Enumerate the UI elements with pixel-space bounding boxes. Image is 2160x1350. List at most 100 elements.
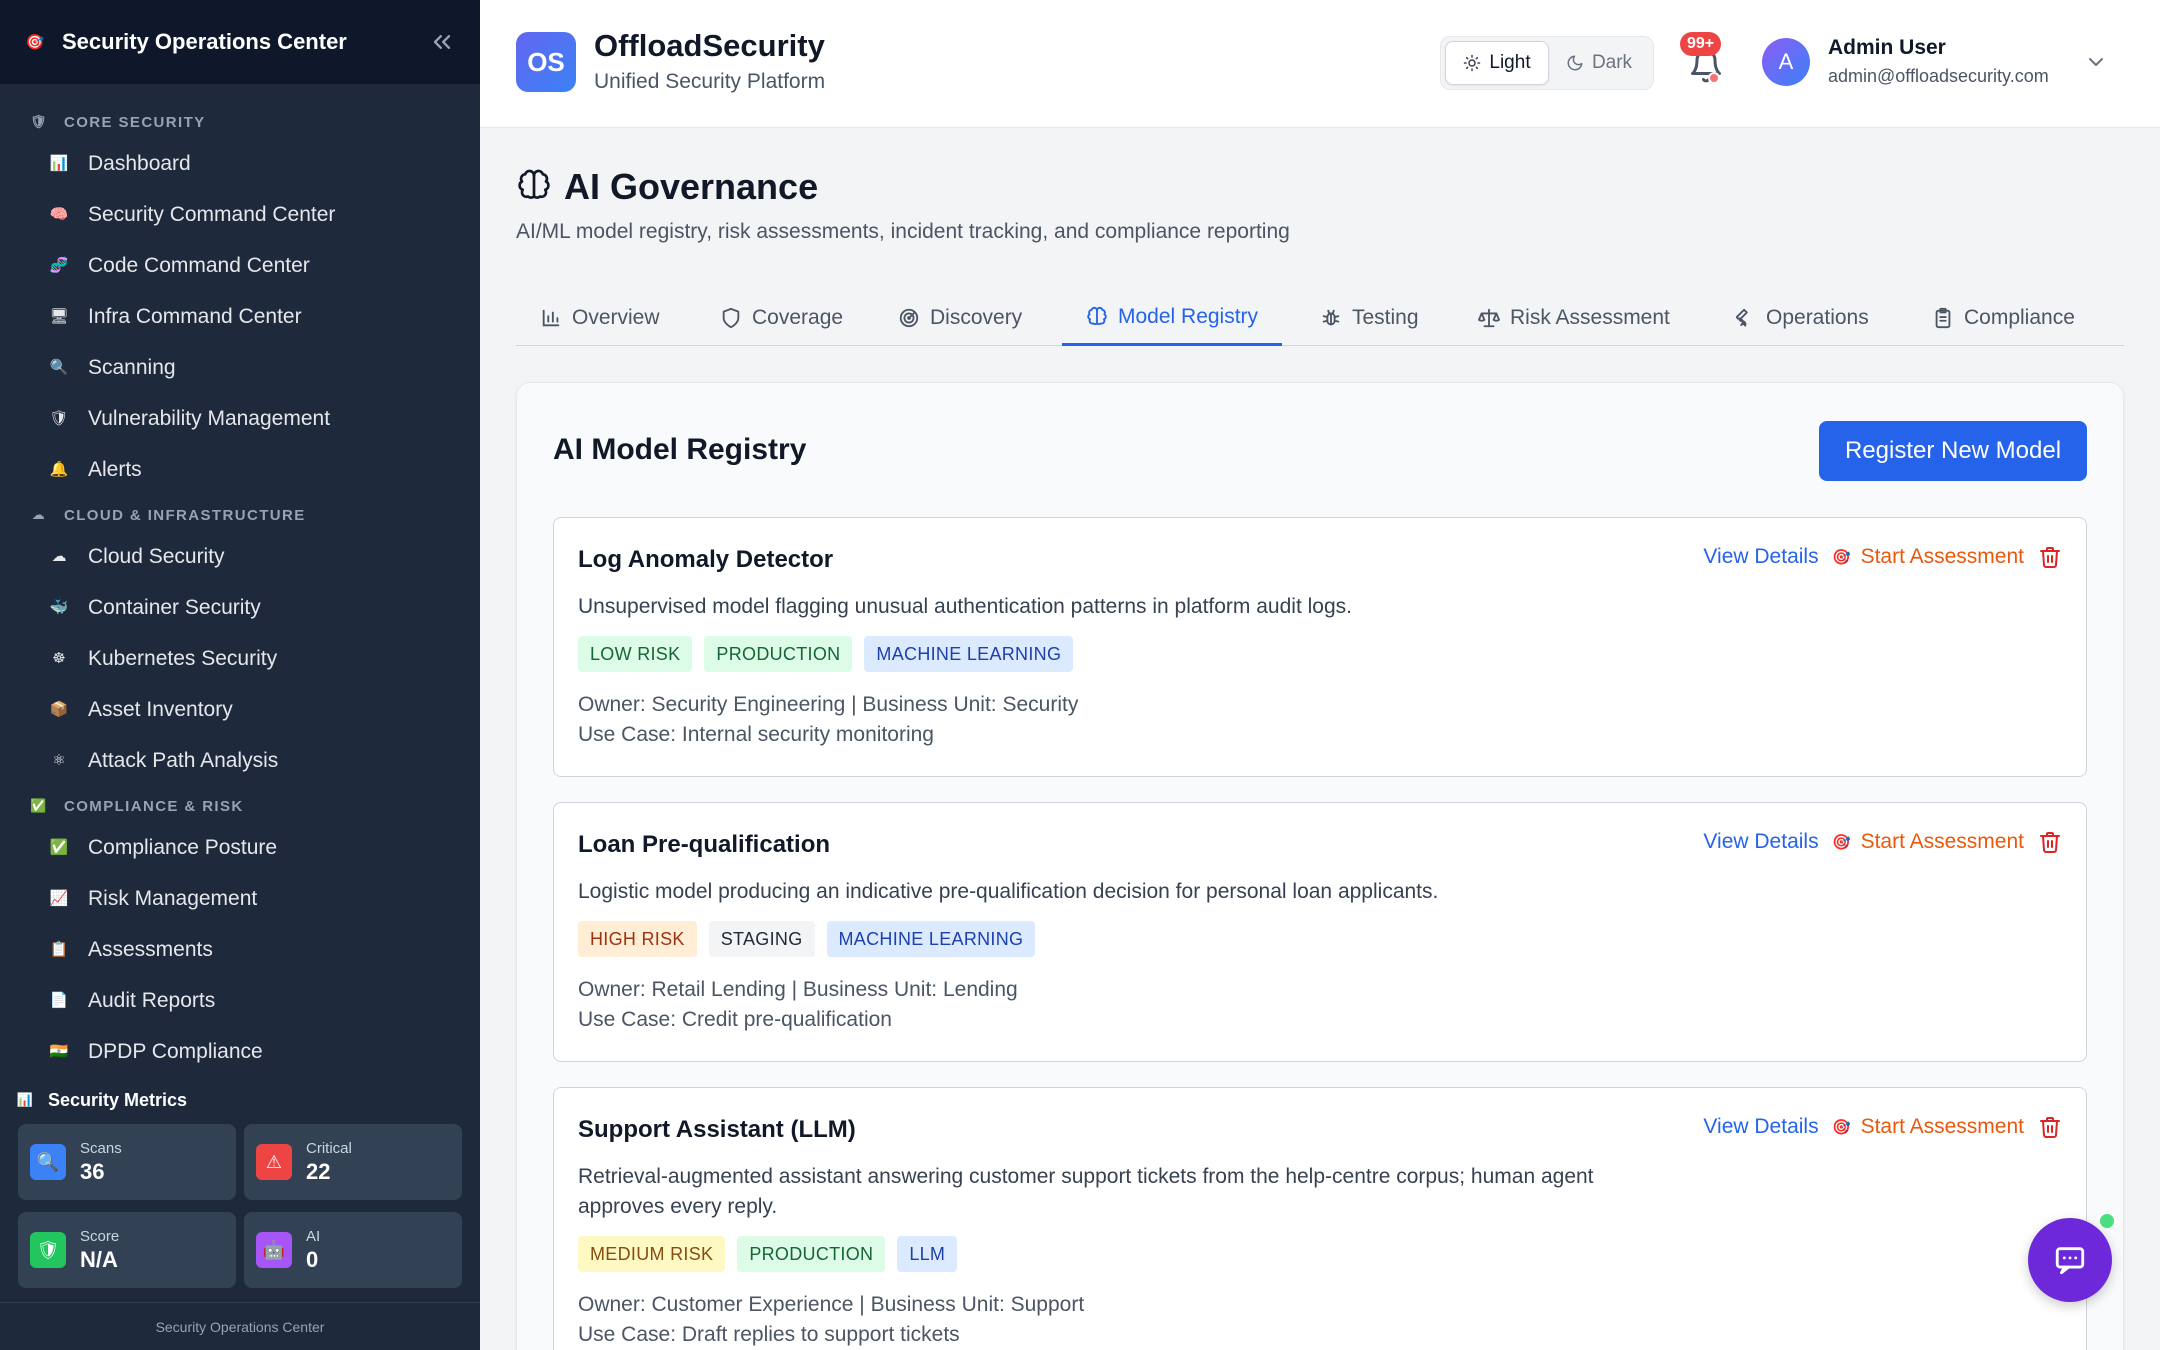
metric-value: N/A — [80, 1246, 118, 1272]
dna-icon: 🧬 — [49, 256, 69, 274]
brain-icon: 🧠 — [49, 205, 69, 223]
sidebar-item-code-command-center[interactable]: 🧬 Code Command Center — [0, 240, 480, 291]
section-header-compliance-risk: ✅ COMPLIANCE & RISK — [30, 797, 244, 815]
model-name: Loan Pre-qualification — [578, 831, 831, 858]
theme-dark-button[interactable]: Dark — [1549, 41, 1649, 85]
trash-icon[interactable] — [2038, 1114, 2062, 1140]
model-use-case: Use Case: Draft replies to support ticke… — [578, 1323, 960, 1346]
magnifier-icon: 🔍 — [30, 1144, 66, 1180]
tab-model-registry[interactable]: Model Registry — [1062, 290, 1283, 346]
radar-icon — [899, 308, 919, 328]
sidebar-item-asset-inventory[interactable]: 📦 Asset Inventory — [0, 684, 480, 735]
brand-name: OffloadSecurity — [594, 28, 825, 63]
model-name: Log Anomaly Detector — [578, 546, 834, 573]
clipboard-icon: 📋 — [49, 940, 69, 958]
sidebar-item-container-security[interactable]: 🐳 Container Security — [0, 582, 480, 633]
type-badge: MACHINE LEARNING — [826, 921, 1036, 957]
sidebar-item-vulnerability-management[interactable]: 🛡 Vulnerability Management — [0, 393, 480, 444]
sidebar-nav: 🛡 CORE SECURITY 📊 Dashboard 🧠 Security Comm… — [0, 84, 480, 1074]
metric-card-score[interactable]: 🛡 Score N/A — [18, 1212, 236, 1288]
start-assessment-link[interactable]: Start Assessment — [1861, 545, 2024, 569]
page-subtitle: AI/ML model registry, risk assessments, … — [516, 220, 1290, 243]
tab-coverage[interactable]: Coverage — [696, 290, 867, 346]
theme-light-button[interactable]: Light — [1445, 41, 1549, 85]
brain-icon — [518, 169, 550, 199]
monitor-icon: 🖥 — [49, 307, 69, 325]
model-registry-panel: AI Model Registry Register New Model Log… — [516, 382, 2124, 1350]
start-assessment-link[interactable]: Start Assessment — [1861, 830, 2024, 854]
metric-value: 36 — [80, 1158, 105, 1184]
sidebar-item-risk-management[interactable]: 📈 Risk Management — [0, 873, 480, 924]
notification-dot — [1708, 72, 1720, 84]
sidebar-item-assessments[interactable]: 📋 Assessments — [0, 924, 480, 975]
section-header-core-security: 🛡 CORE SECURITY — [30, 113, 206, 131]
tab-compliance[interactable]: Compliance — [1908, 290, 2099, 346]
metric-card-scans[interactable]: 🔍 Scans 36 — [18, 1124, 236, 1200]
package-icon: 📦 — [49, 700, 69, 718]
sidebar-footer: Security Operations Center — [0, 1302, 480, 1350]
sidebar-item-alerts[interactable]: 🔔 Alerts — [0, 444, 480, 495]
shield-icon: 🛡 — [49, 409, 69, 427]
stage-badge: STAGING — [708, 921, 815, 957]
model-tags: MEDIUM RISK PRODUCTION LLM — [578, 1236, 958, 1272]
model-actions: View Details 🎯 Start Assessment — [1703, 1114, 2062, 1140]
view-details-link[interactable]: View Details — [1703, 545, 1818, 569]
model-owner: Owner: Customer Experience | Business Un… — [578, 1293, 1085, 1316]
sidebar-item-compliance-posture[interactable]: ✅ Compliance Posture — [0, 822, 480, 873]
view-details-link[interactable]: View Details — [1703, 830, 1818, 854]
sidebar-item-infra-command-center[interactable]: 🖥 Infra Command Center — [0, 291, 480, 342]
shield-icon — [722, 307, 740, 329]
chat-button[interactable] — [2028, 1218, 2112, 1302]
risk-badge: LOW RISK — [578, 636, 693, 672]
sidebar-item-dashboard[interactable]: 📊 Dashboard — [0, 138, 480, 189]
type-badge: LLM — [897, 1236, 958, 1272]
avatar[interactable]: A — [1762, 38, 1810, 86]
sidebar-item-attack-path-analysis[interactable]: ⚛ Attack Path Analysis — [0, 735, 480, 786]
view-details-link[interactable]: View Details — [1703, 1115, 1818, 1139]
trash-icon[interactable] — [2038, 829, 2062, 855]
risk-badge: HIGH RISK — [578, 921, 697, 957]
metric-label: Scans — [80, 1139, 122, 1157]
register-new-model-button[interactable]: Register New Model — [1819, 421, 2087, 481]
start-assessment-link[interactable]: Start Assessment — [1861, 1115, 2024, 1139]
shield-icon: 🛡 — [30, 114, 48, 130]
model-tags: LOW RISK PRODUCTION MACHINE LEARNING — [578, 636, 1074, 672]
chart-up-icon: 📈 — [49, 889, 69, 907]
tab-operations[interactable]: Operations — [1710, 290, 1893, 346]
document-icon: 📄 — [49, 991, 69, 1009]
tab-risk-assessment[interactable]: Risk Assessment — [1454, 290, 1694, 346]
scale-icon — [1478, 308, 1500, 328]
chevron-down-icon[interactable] — [2084, 50, 2108, 74]
model-owner: Owner: Security Engineering | Business U… — [578, 693, 1079, 716]
tab-discovery[interactable]: Discovery — [874, 290, 1046, 346]
sidebar-item-scanning[interactable]: 🔍 Scanning — [0, 342, 480, 393]
security-metrics-panel: 📊 Security Metrics 🔍 Scans 36 ⚠ Critical 22… — [0, 1080, 480, 1302]
metric-value: 0 — [306, 1246, 319, 1272]
cloud-icon: ☁ — [51, 547, 67, 565]
type-badge: MACHINE LEARNING — [864, 636, 1074, 672]
metric-card-critical[interactable]: ⚠ Critical 22 — [244, 1124, 462, 1200]
wrench-icon — [1735, 308, 1748, 327]
sidebar-item-audit-reports[interactable]: 📄 Audit Reports — [0, 975, 480, 1026]
sidebar-item-security-command-center[interactable]: 🧠 Security Command Center — [0, 189, 480, 240]
sun-icon — [1464, 54, 1481, 72]
collapse-sidebar-icon[interactable] — [428, 28, 456, 56]
sidebar-item-dpdp-compliance[interactable]: 🇮🇳 DPDP Compliance — [0, 1026, 480, 1074]
tab-testing[interactable]: Testing — [1296, 290, 1443, 346]
security-metrics-title: 📊 Security Metrics — [16, 1089, 188, 1110]
registry-title: AI Model Registry — [553, 433, 807, 466]
trash-icon[interactable] — [2038, 544, 2062, 570]
risk-badge: MEDIUM RISK — [578, 1236, 726, 1272]
tab-overview[interactable]: Overview — [516, 290, 684, 346]
model-use-case: Use Case: Credit pre-qualification — [578, 1008, 892, 1031]
page-title: AI Governance — [564, 166, 819, 207]
brand-logo[interactable]: OS — [516, 32, 576, 92]
magnifier-icon: 🔍 — [49, 358, 69, 376]
sidebar-item-cloud-security[interactable]: ☁ Cloud Security — [0, 531, 480, 582]
metric-card-ai[interactable]: 🤖 AI 0 — [244, 1212, 462, 1288]
check-icon: ✅ — [49, 838, 69, 856]
model-card: Log Anomaly Detector View Details 🎯 Star… — [553, 517, 2087, 777]
model-card: Support Assistant (LLM) View Details 🎯 S… — [553, 1087, 2087, 1350]
sidebar-item-kubernetes-security[interactable]: ☸ Kubernetes Security — [0, 633, 480, 684]
model-owner: Owner: Retail Lending | Business Unit: L… — [578, 978, 1018, 1001]
